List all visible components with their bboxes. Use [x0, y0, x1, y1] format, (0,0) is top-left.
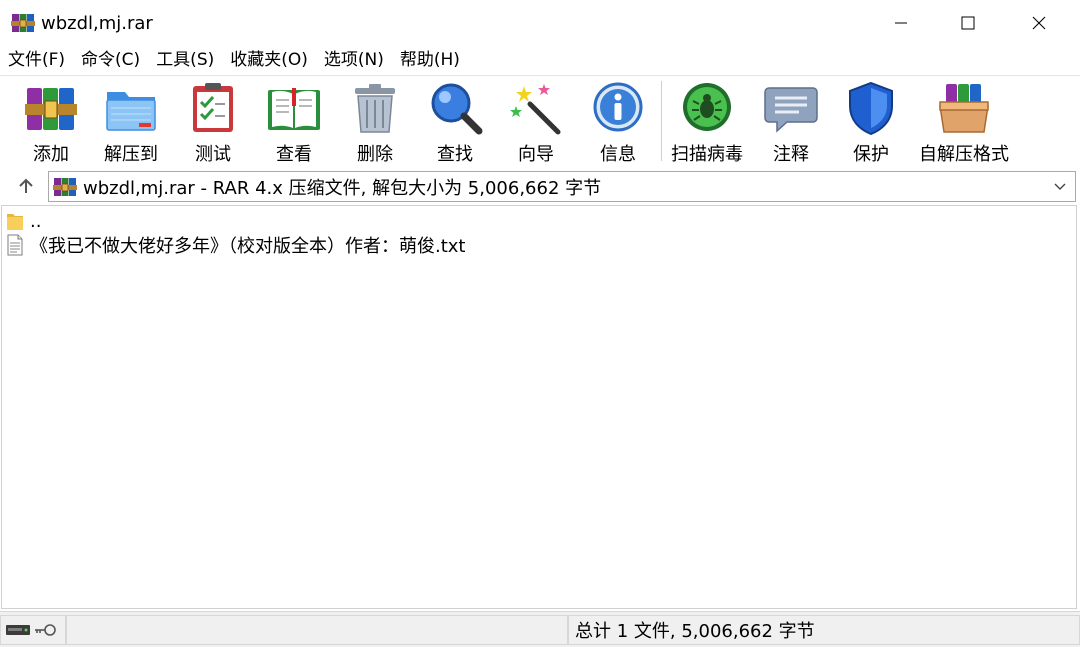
window-title: wbzdl,mj.rar — [41, 12, 153, 34]
delete-label: 删除 — [357, 144, 393, 165]
drive-icon — [6, 625, 30, 635]
add-label: 添加 — [33, 144, 69, 165]
status-summary-cell: 总计 1 文件, 5,006,662 字节 — [568, 615, 1080, 645]
shield-icon — [849, 81, 893, 136]
view-book-icon — [268, 88, 320, 130]
find-label: 查找 — [437, 144, 473, 165]
address-field[interactable]: wbzdl,mj.rar - RAR 4.x 压缩文件, 解包大小为 5,006… — [48, 171, 1076, 202]
close-icon — [1032, 16, 1046, 30]
toolbar: 添加 解压到 测试 查看 删除 查找 向导 信息 扫描病毒 注释 保护 自解压格… — [0, 75, 1080, 167]
magnifier-icon — [431, 83, 483, 135]
key-icon — [35, 624, 56, 636]
menu-options[interactable]: 选项(N) — [316, 46, 392, 74]
menu-tools[interactable]: 工具(S) — [148, 46, 222, 74]
sfx-box-icon — [939, 84, 989, 133]
folder-icon — [7, 214, 23, 230]
file-name: .. — [30, 210, 42, 232]
maximize-icon — [961, 16, 975, 30]
address-text: wbzdl,mj.rar - RAR 4.x 压缩文件, 解包大小为 5,006… — [83, 177, 602, 199]
protect-label: 保护 — [853, 144, 889, 165]
list-item-parent-folder[interactable]: .. — [6, 209, 41, 233]
test-label: 测试 — [195, 144, 231, 165]
list-item-text-file[interactable]: 《我已不做大佬好多年》（校对版全本）作者：萌俊.txt — [6, 233, 466, 257]
winrar-app-icon — [11, 14, 35, 32]
add-button[interactable]: 添加 — [22, 80, 80, 166]
extract-button[interactable]: 解压到 — [98, 80, 164, 166]
text-file-icon — [7, 234, 23, 256]
status-summary: 总计 1 文件, 5,006,662 字节 — [575, 621, 815, 642]
minimize-icon — [895, 22, 907, 24]
title-bar: wbzdl,mj.rar — [0, 0, 1080, 46]
comment-bubble-icon — [764, 87, 818, 133]
info-label: 信息 — [600, 144, 636, 165]
menu-help[interactable]: 帮助(H) — [392, 46, 468, 74]
scan-virus-button[interactable]: 扫描病毒 — [668, 80, 746, 166]
virus-scan-icon — [683, 83, 731, 131]
extract-label: 解压到 — [104, 144, 158, 165]
test-button[interactable]: 测试 — [184, 80, 242, 166]
close-button[interactable] — [1004, 0, 1074, 46]
protect-button[interactable]: 保护 — [842, 80, 900, 166]
minimize-button[interactable] — [866, 0, 936, 46]
wizard-label: 向导 — [518, 144, 554, 165]
add-archive-icon — [25, 88, 77, 130]
address-bar-row: wbzdl,mj.rar - RAR 4.x 压缩文件, 解包大小为 5,006… — [0, 168, 1080, 204]
chevron-down-icon[interactable] — [1053, 179, 1067, 193]
menu-commands[interactable]: 命令(C) — [73, 46, 148, 74]
status-drive-cell[interactable] — [0, 615, 66, 645]
find-button[interactable]: 查找 — [426, 80, 484, 166]
menu-file[interactable]: 文件(F) — [0, 46, 73, 74]
extract-folder-icon — [106, 92, 156, 131]
file-list[interactable]: .. 《我已不做大佬好多年》（校对版全本）作者：萌俊.txt — [1, 205, 1077, 609]
toolbar-separator — [661, 81, 662, 161]
up-folder-button[interactable] — [8, 172, 44, 200]
view-label: 查看 — [276, 144, 312, 165]
status-selection-cell — [66, 615, 568, 645]
maximize-button[interactable] — [933, 0, 1003, 46]
test-clipboard-icon — [193, 83, 233, 132]
arrow-up-icon — [19, 178, 33, 193]
archive-icon — [53, 177, 77, 196]
file-name: 《我已不做大佬好多年》（校对版全本）作者：萌俊.txt — [30, 236, 466, 257]
comment-button[interactable]: 注释 — [762, 80, 820, 166]
scan-virus-label: 扫描病毒 — [671, 144, 743, 165]
sfx-label: 自解压格式 — [919, 144, 1009, 165]
info-icon — [593, 82, 643, 132]
status-bar: 总计 1 文件, 5,006,662 字节 — [0, 611, 1080, 647]
magic-wand-icon — [510, 84, 561, 135]
menu-favorites[interactable]: 收藏夹(O) — [222, 46, 316, 74]
delete-button[interactable]: 删除 — [346, 80, 404, 166]
view-button[interactable]: 查看 — [262, 80, 326, 166]
info-button[interactable]: 信息 — [589, 80, 647, 166]
wizard-button[interactable]: 向导 — [507, 80, 565, 166]
trash-icon — [355, 84, 395, 133]
menu-bar: 文件(F) 命令(C) 工具(S) 收藏夹(O) 选项(N) 帮助(H) — [0, 46, 1080, 74]
sfx-button[interactable]: 自解压格式 — [916, 80, 1012, 166]
comment-label: 注释 — [773, 144, 809, 165]
